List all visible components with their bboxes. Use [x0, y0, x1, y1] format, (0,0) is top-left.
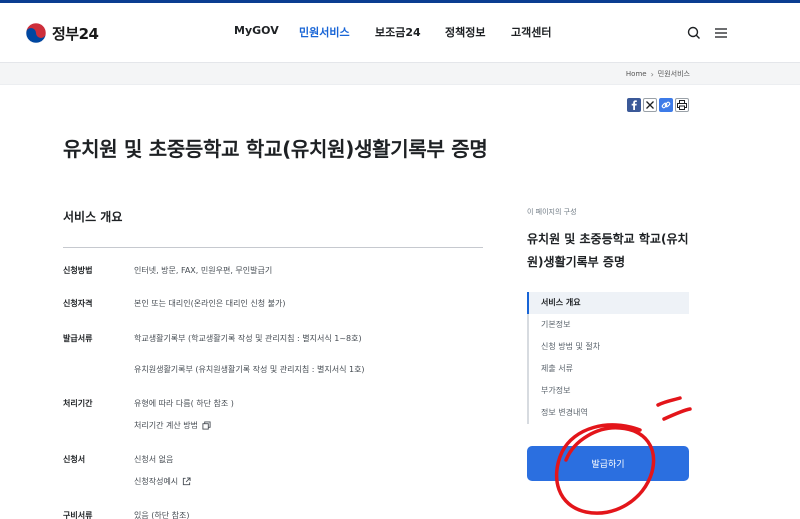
site-header: 정부24 MyGOV 민원서비스 보조금24 정책정보 고객센터	[0, 3, 800, 63]
label-eligibility: 신청자격	[63, 299, 93, 308]
section-divider	[63, 247, 483, 248]
nav-customer-center[interactable]: 고객센터	[511, 24, 551, 40]
processing-period-calc-link[interactable]: 처리기간 계산 방법	[134, 420, 211, 431]
value-kindergarten-record-text: 유치원생활기록부 (유치원생활기록 작성 및 관리지침 : 별지서식 1호)	[134, 365, 365, 374]
search-icon[interactable]	[686, 25, 702, 41]
menu-icon[interactable]	[713, 25, 729, 41]
issue-button[interactable]: 발급하기	[527, 446, 689, 481]
page-title: 유치원 및 초중등학교 학교(유치원)생활기록부 증명	[63, 137, 488, 161]
side-caption: 이 페이지의 구성	[527, 208, 577, 216]
label-processing-period: 처리기간	[63, 399, 93, 408]
value-school-record-text: 학교생활기록부 (학교생활기록 작성 및 관리지침 : 별지서식 1~8호)	[134, 334, 362, 343]
print-icon[interactable]	[675, 98, 689, 112]
copy-icon	[202, 421, 211, 430]
value-eligibility-text: 본인 또는 대리인(온라인은 대리인 신청 불가)	[134, 299, 286, 308]
page-toc: 서비스 개요 기본정보 신청 방법 및 절차 제출 서류 부가정보 정보 변경내…	[527, 292, 689, 424]
share-toolbar	[627, 98, 689, 112]
label-application-method: 신청방법	[63, 266, 93, 275]
breadcrumb: Home › 민원서비스	[626, 69, 690, 79]
value-kindergarten-record: 유치원생활기록부 (유치원생활기록 작성 및 관리지침 : 별지서식 1호)	[134, 364, 365, 375]
nav-mygov[interactable]: MyGOV	[234, 24, 279, 37]
x-icon[interactable]	[643, 98, 657, 112]
facebook-icon[interactable]	[627, 98, 641, 112]
nav-policy-info[interactable]: 정책정보	[445, 24, 485, 40]
toc-item-method-procedure[interactable]: 신청 방법 및 절차	[529, 336, 689, 358]
toc-item-change-history[interactable]: 정보 변경내역	[529, 402, 689, 424]
label-application-form: 신청서	[63, 455, 86, 464]
value-application-method-text: 인터넷, 방문, FAX, 민원우편, 무인발급기	[134, 266, 273, 275]
value-eligibility: 본인 또는 대리인(온라인은 대리인 신청 불가)	[134, 298, 285, 309]
value-application-form-text: 신청서 없음	[134, 455, 174, 464]
toc-item-documents[interactable]: 제출 서류	[529, 358, 689, 380]
form-example-text: 신청작성예시	[134, 477, 179, 486]
label-issued-documents: 발급서류	[63, 334, 93, 343]
value-required-documents-text: 있음 (하단 참조)	[134, 511, 190, 519]
nav-civil-service[interactable]: 민원서비스	[299, 24, 350, 40]
value-required-documents: 있음 (하단 참조)	[134, 510, 190, 519]
toc-item-overview[interactable]: 서비스 개요	[527, 292, 689, 314]
form-example-link[interactable]: 신청작성예시	[134, 476, 191, 487]
main-nav: MyGOV 민원서비스 보조금24 정책정보 고객센터	[0, 24, 800, 42]
toc-item-additional-info[interactable]: 부가정보	[529, 380, 689, 402]
side-title: 유치원 및 초중등학교 학교(유치원)생활기록부 증명	[527, 232, 689, 269]
value-processing-period: 유형에 따라 다름( 하단 참조 )	[134, 398, 234, 409]
nav-subsidy24[interactable]: 보조금24	[375, 24, 421, 40]
value-application-form: 신청서 없음	[134, 454, 173, 465]
value-application-method: 인터넷, 방문, FAX, 민원우편, 무인발급기	[134, 265, 272, 276]
value-processing-period-text: 유형에 따라 다름( 하단 참조 )	[134, 399, 234, 408]
value-school-record: 학교생활기록부 (학교생활기록 작성 및 관리지침 : 별지서식 1~8호)	[134, 333, 362, 344]
external-link-icon	[183, 477, 191, 486]
label-required-documents: 구비서류	[63, 511, 93, 519]
link-icon[interactable]	[659, 98, 673, 112]
section-title-overview: 서비스 개요	[63, 210, 123, 224]
processing-period-calc-text: 처리기간 계산 방법	[134, 421, 198, 430]
breadcrumb-bar: Home › 민원서비스	[0, 63, 800, 85]
breadcrumb-home[interactable]: Home	[626, 70, 647, 78]
toc-item-basic-info[interactable]: 기본정보	[529, 314, 689, 336]
breadcrumb-chevron-icon: ›	[650, 69, 654, 79]
breadcrumb-current[interactable]: 민원서비스	[658, 69, 690, 79]
